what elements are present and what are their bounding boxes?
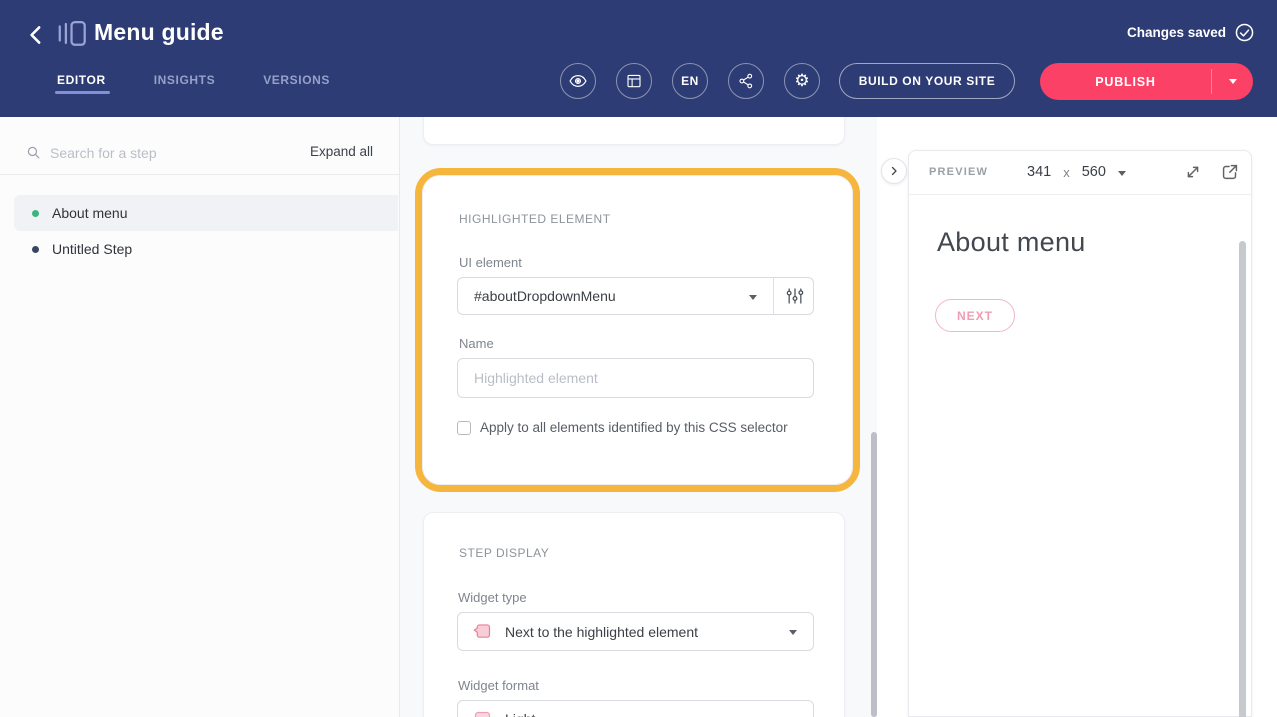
layout-button[interactable] [616, 63, 652, 99]
step-status-dot [32, 246, 39, 253]
step-label: Untitled Step [52, 241, 132, 257]
step-search-input[interactable] [50, 141, 260, 165]
save-status: Changes saved [1127, 22, 1255, 43]
sidebar-divider [0, 174, 399, 175]
tab-bar: EDITOR INSIGHTS VERSIONS [57, 73, 330, 99]
page-title: Menu guide [94, 19, 224, 46]
check-circle-icon [1234, 22, 1255, 43]
header: Menu guide Changes saved EDITOR INSIGHTS… [0, 0, 1277, 117]
share-button[interactable] [728, 63, 764, 99]
step-search-row: Expand all [0, 117, 399, 174]
publish-button[interactable]: PUBLISH [1040, 63, 1211, 100]
preview-width-value: 341 [1027, 164, 1051, 180]
language-button[interactable]: EN [672, 63, 708, 99]
editor-scrollbar[interactable] [871, 432, 877, 717]
settings-button[interactable]: ⚙ [784, 63, 820, 99]
ui-element-label: UI element [459, 255, 522, 270]
preview-panel: PREVIEW 341 x 560 About menu NEXT [908, 150, 1252, 717]
chevron-down-icon [1118, 171, 1126, 176]
checkbox-unchecked[interactable] [457, 421, 471, 435]
apply-all-checkbox-label: Apply to all elements identified by this… [480, 420, 788, 435]
preview-size-separator: x [1063, 165, 1070, 180]
section-title-step-display: STEP DISPLAY [459, 546, 549, 560]
sliders-icon [785, 286, 805, 306]
name-label: Name [459, 336, 494, 351]
chevron-left-icon [24, 22, 50, 48]
widget-type-select[interactable]: Next to the highlighted element [457, 612, 814, 651]
highlighted-element-card-inner: HIGHLIGHTED ELEMENT UI element #aboutDro… [422, 175, 853, 485]
step-item-about-menu[interactable]: About menu [14, 195, 398, 231]
preview-header: PREVIEW 341 x 560 [909, 151, 1251, 195]
widget-type-label: Widget type [458, 590, 527, 605]
expand-preview-button[interactable] [1181, 161, 1205, 185]
apply-all-checkbox-row[interactable]: Apply to all elements identified by this… [457, 420, 788, 435]
highlighted-element-name-input[interactable] [457, 358, 814, 398]
chevron-down-icon [1229, 79, 1237, 84]
publish-split-button: PUBLISH [1040, 63, 1253, 100]
app: Menu guide Changes saved EDITOR INSIGHTS… [0, 0, 1277, 717]
preview-title: PREVIEW [929, 166, 988, 178]
widget-format-select[interactable]: Light [457, 700, 814, 717]
gear-icon: ⚙ [794, 73, 809, 90]
publish-dropdown-button[interactable] [1212, 63, 1253, 100]
guide-icon [56, 17, 88, 49]
tab-insights[interactable]: INSIGHTS [154, 73, 215, 99]
share-icon [737, 72, 755, 90]
ui-element-value: #aboutDropdownMenu [458, 288, 616, 304]
open-in-new-tab-button[interactable] [1218, 161, 1242, 185]
tab-editor[interactable]: EDITOR [57, 73, 106, 99]
step-display-card: STEP DISPLAY Widget type Next to the hig… [423, 512, 845, 717]
widget-format-label: Widget format [458, 678, 539, 693]
preview-step-title: About menu [937, 227, 1086, 258]
step-status-dot [32, 210, 39, 217]
highlighted-element-card: HIGHLIGHTED ELEMENT UI element #aboutDro… [415, 168, 860, 492]
step-item-untitled-step[interactable]: Untitled Step [14, 231, 398, 267]
preview-scrollbar[interactable] [1239, 241, 1246, 717]
collapse-preview-button[interactable] [881, 158, 907, 184]
next-button[interactable]: NEXT [935, 299, 1015, 332]
preview-height-value: 560 [1082, 164, 1106, 180]
widget-format-value: Light [493, 711, 535, 717]
language-label: EN [681, 74, 699, 88]
element-settings-button[interactable] [774, 278, 815, 314]
widget-type-value: Next to the highlighted element [493, 624, 698, 640]
ui-element-select[interactable]: #aboutDropdownMenu [457, 277, 814, 315]
expand-icon [1182, 161, 1204, 183]
build-on-your-site-button[interactable]: BUILD ON YOUR SITE [839, 63, 1015, 99]
format-widget-icon [472, 709, 493, 717]
back-button[interactable] [22, 21, 52, 51]
search-icon [25, 144, 42, 161]
layout-icon [625, 72, 643, 90]
external-link-icon [1219, 161, 1241, 183]
steps-sidebar: Expand all About menu Untitled Step [0, 117, 400, 717]
preview-eye-button[interactable] [560, 63, 596, 99]
section-title-highlighted-element: HIGHLIGHTED ELEMENT [459, 212, 611, 226]
chevron-right-icon [888, 165, 900, 177]
preview-content: About menu NEXT [909, 195, 1251, 717]
step-label: About menu [52, 205, 128, 221]
previous-card-fragment [423, 117, 845, 145]
save-status-text: Changes saved [1127, 25, 1226, 40]
chevron-down-icon [789, 630, 797, 635]
tooltip-widget-icon [472, 621, 493, 642]
chevron-down-icon [749, 295, 757, 300]
eye-icon [568, 71, 588, 91]
preview-size-selector[interactable]: 341 x 560 [1027, 164, 1126, 180]
expand-all-button[interactable]: Expand all [310, 144, 373, 159]
tab-versions[interactable]: VERSIONS [263, 73, 330, 99]
